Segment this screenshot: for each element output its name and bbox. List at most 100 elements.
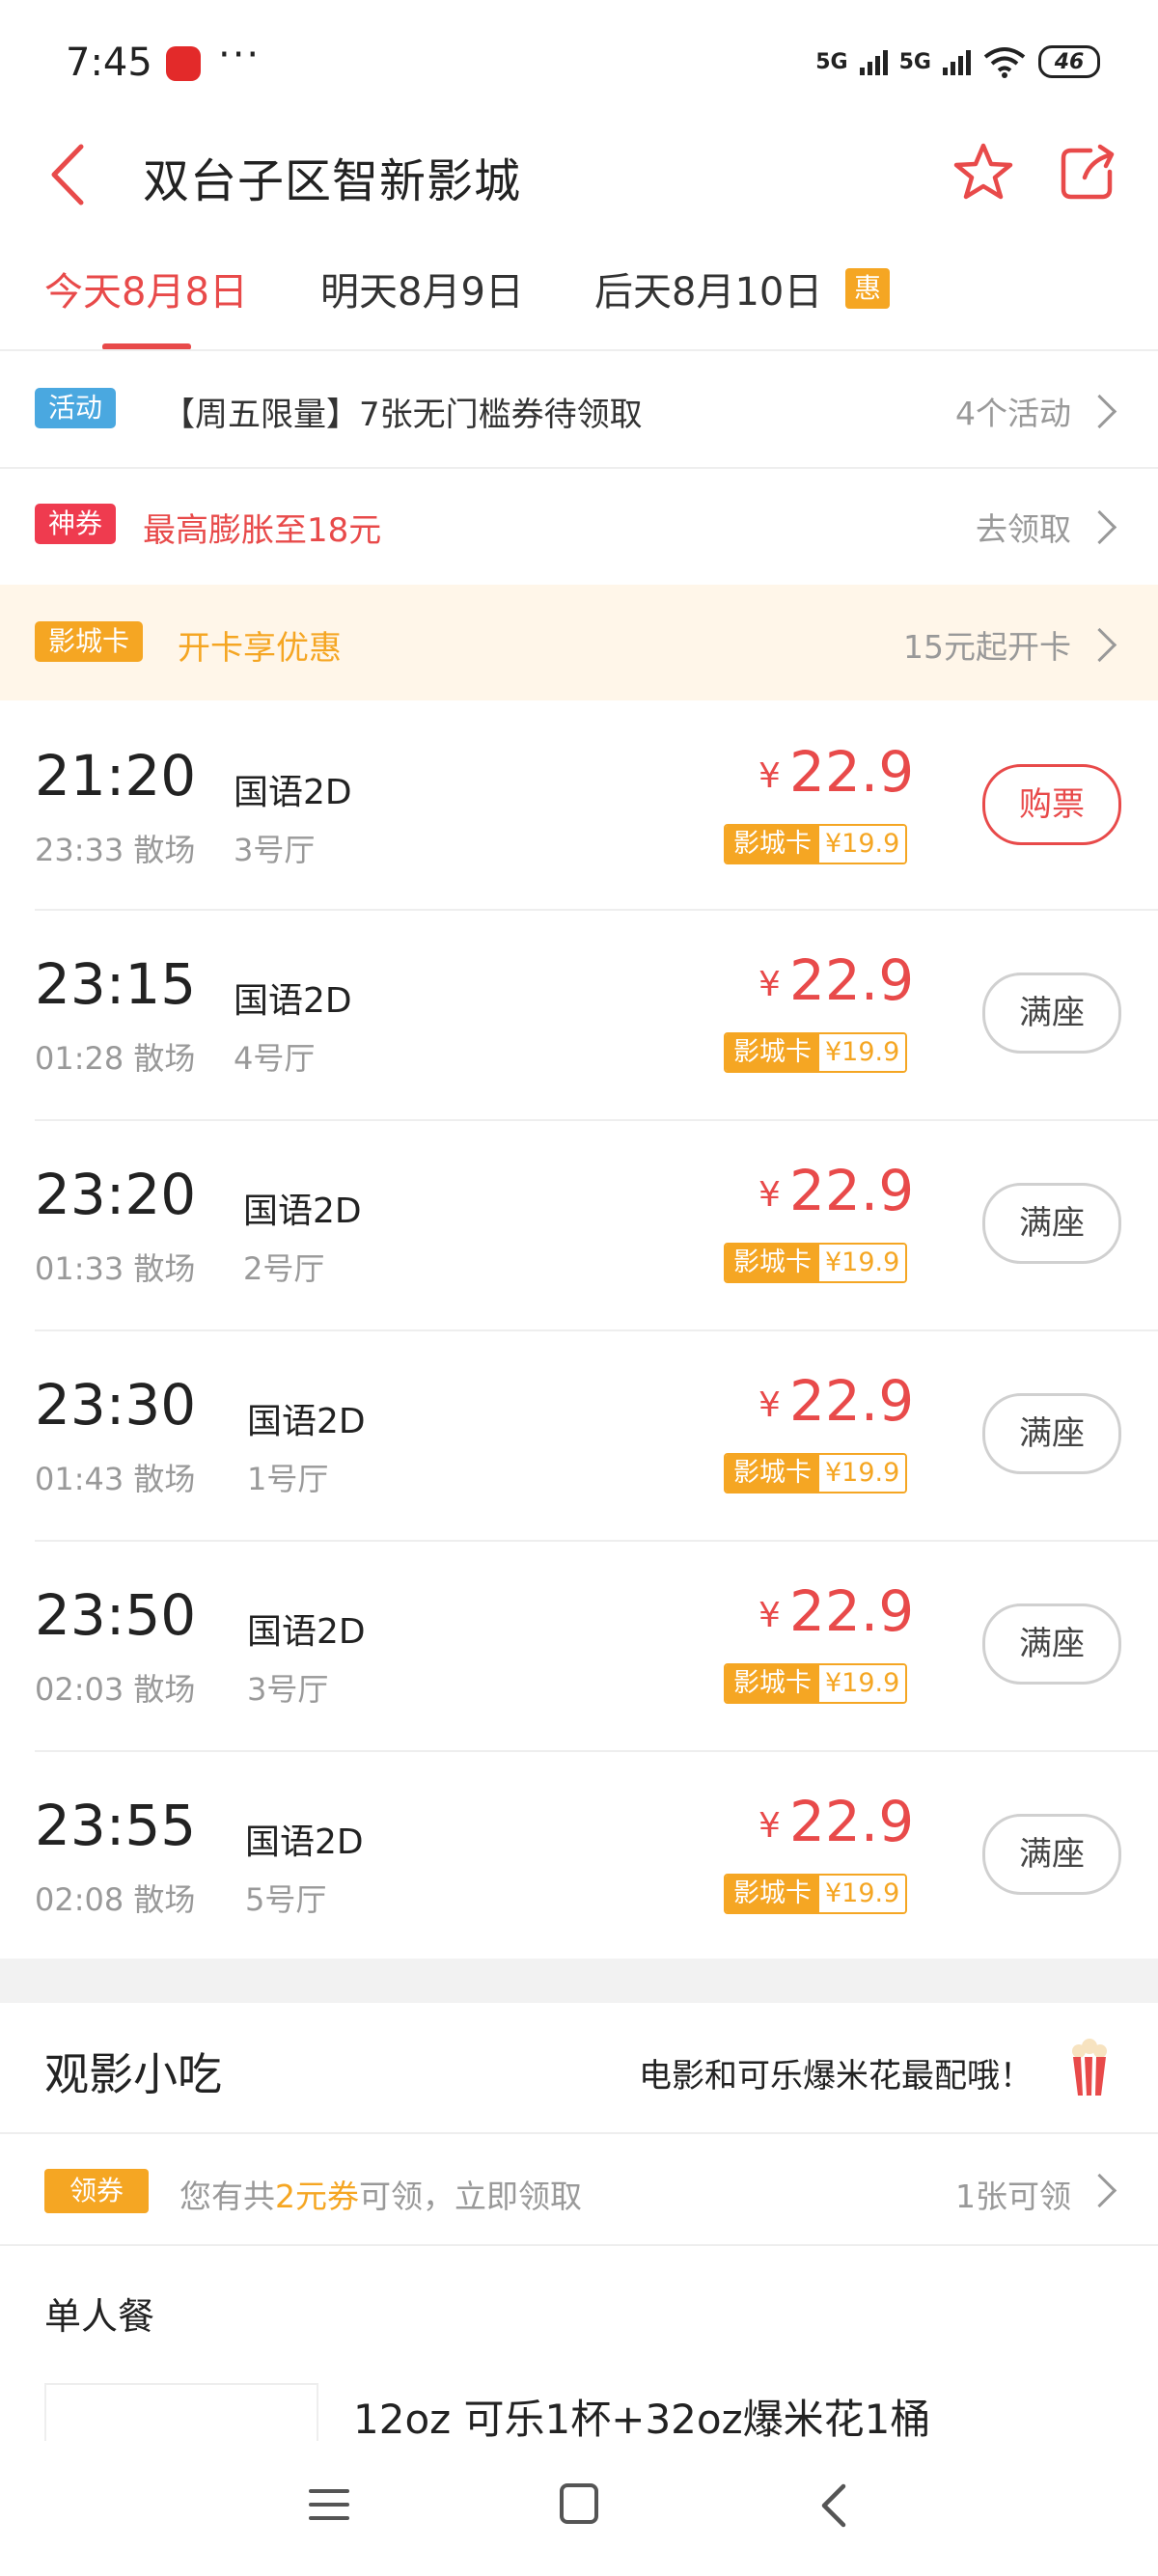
menu-icon[interactable] [307, 2485, 351, 2524]
section-gap [0, 1959, 1158, 2003]
card-price-badge: 影城卡 ¥19.9 [724, 1032, 908, 1073]
language-format: 国语2D [247, 1612, 366, 1652]
popcorn-icon [1072, 2039, 1107, 2096]
card-price: ¥19.9 [819, 1665, 906, 1702]
network-label-2: 5G [898, 49, 931, 74]
signal-icon-2 [943, 48, 971, 75]
showtime-row[interactable]: 23:15 01:28 散场 国语2D 4号厅 ¥ 22.9 影城卡 ¥19.9 … [0, 911, 1158, 1119]
signal-icon [859, 48, 888, 75]
tab-today[interactable]: 今天8月8日 [44, 260, 248, 316]
sold-out-button[interactable]: 满座 [982, 973, 1121, 1054]
cinema-card-price: 15元起开卡 [903, 628, 1071, 666]
showtime-row[interactable]: 23:20 01:33 散场 国语2D 2号厅 ¥ 22.9 影城卡 ¥19.9 … [0, 1121, 1158, 1329]
back-arrow-icon[interactable] [44, 141, 93, 208]
claim-coupon-badge: 领券 [44, 2169, 149, 2213]
showtime-row[interactable]: 23:50 02:03 散场 国语2D 3号厅 ¥ 22.9 影城卡 ¥19.9 … [0, 1542, 1158, 1750]
buy-ticket-button[interactable]: 购票 [982, 764, 1121, 845]
chevron-right-icon [1082, 627, 1117, 663]
activity-text: 【周五限量】7张无门槛券待领取 [162, 396, 643, 434]
start-time: 23:50 [35, 1582, 197, 1648]
wifi-icon [983, 47, 1026, 78]
status-time: 7:45 [66, 41, 152, 85]
language-format: 国语2D [245, 1822, 364, 1862]
tab-tomorrow[interactable]: 明天8月9日 [320, 260, 524, 316]
snack-section-title: 观影小吃 [44, 2048, 222, 2100]
end-time: 02:03 散场 [35, 1671, 196, 1708]
cinema-title: 双台子区智新影城 [143, 154, 522, 208]
discount-badge: 惠 [845, 268, 890, 309]
language-format: 国语2D [234, 773, 352, 812]
yen-sign: ¥ [758, 1596, 781, 1635]
chevron-right-icon [1082, 509, 1117, 545]
sold-out-button[interactable]: 满座 [982, 1393, 1121, 1474]
coupon-row[interactable]: 神券 最高膨胀至18元 去领取 [0, 469, 1158, 585]
yen-sign: ¥ [758, 756, 781, 796]
snack-coupon-text[interactable]: 您有共2元券可领，立即领取 [179, 2171, 582, 2217]
card-price: ¥19.9 [819, 1876, 906, 1912]
meal-name[interactable]: 12oz 可乐1杯+32oz爆米花1桶 [353, 2387, 930, 2446]
price: 22.9 [789, 1578, 915, 1644]
sold-out-button[interactable]: 满座 [982, 1814, 1121, 1895]
cinema-card-text: 开卡享优惠 [178, 629, 342, 668]
chevron-right-icon[interactable] [1082, 2173, 1117, 2208]
coupon-suffix: 可领，立即领取 [359, 2178, 582, 2215]
more-notifications-icon: ··· [218, 33, 262, 77]
sold-out-button[interactable]: 满座 [982, 1183, 1121, 1264]
single-meal-heading: 单人餐 [44, 2295, 155, 2338]
hall: 1号厅 [247, 1461, 329, 1497]
card-price: ¥19.9 [819, 1455, 906, 1492]
coupon-badge: 神券 [35, 504, 117, 544]
tab-day-after[interactable]: 后天8月10日 [594, 260, 822, 316]
showtime-row[interactable]: 23:30 01:43 散场 国语2D 1号厅 ¥ 22.9 影城卡 ¥19.9 … [0, 1331, 1158, 1540]
card-label: 影城卡 [726, 1665, 819, 1702]
start-time: 23:55 [35, 1793, 197, 1858]
divider [0, 2132, 1158, 2134]
snack-slogan: 电影和可乐爆米花最配哦！ [639, 2057, 1033, 2096]
coupon-text: 最高膨胀至18元 [143, 511, 382, 550]
hall: 3号厅 [234, 832, 316, 868]
price: 22.9 [789, 1368, 915, 1434]
nav-back-icon[interactable] [814, 2481, 853, 2530]
divider [0, 2244, 1158, 2246]
card-price-badge: 影城卡 ¥19.9 [724, 1243, 908, 1283]
showtime-row[interactable]: 23:55 02:08 散场 国语2D 5号厅 ¥ 22.9 影城卡 ¥19.9 … [0, 1752, 1158, 1960]
yen-sign: ¥ [758, 1175, 781, 1215]
coupon-available-count: 1张可领 [955, 2178, 1071, 2215]
price: 22.9 [789, 1789, 915, 1854]
activity-row[interactable]: 活动 【周五限量】7张无门槛券待领取 4个活动 [0, 351, 1158, 467]
price: 22.9 [789, 947, 915, 1013]
showtime-list: 21:20 23:33 散场 国语2D 3号厅 ¥ 22.9 影城卡 ¥19.9 … [0, 700, 1158, 1959]
yen-sign: ¥ [758, 1806, 781, 1846]
cinema-card-row[interactable]: 影城卡 开卡享优惠 15元起开卡 [0, 585, 1158, 700]
card-price-badge: 影城卡 ¥19.9 [724, 824, 908, 864]
hall: 4号厅 [234, 1040, 316, 1077]
card-label: 影城卡 [726, 1034, 819, 1071]
start-time: 23:30 [35, 1372, 197, 1438]
cinema-card-badge: 影城卡 [35, 621, 144, 662]
battery-icon: 46 [1038, 45, 1100, 78]
hall: 3号厅 [247, 1671, 329, 1708]
activity-count: 4个活动 [955, 395, 1071, 432]
hall: 5号厅 [245, 1881, 327, 1918]
language-format: 国语2D [247, 1402, 366, 1441]
showtime-row[interactable]: 21:20 23:33 散场 国语2D 3号厅 ¥ 22.9 影城卡 ¥19.9 … [0, 700, 1158, 909]
coupon-prefix: 您有共 [179, 2178, 275, 2215]
network-label-1: 5G [815, 49, 848, 74]
language-format: 国语2D [234, 981, 352, 1021]
home-icon[interactable] [560, 2483, 598, 2524]
end-time: 01:28 散场 [35, 1040, 196, 1077]
meal-thumbnail[interactable] [44, 2383, 318, 2443]
share-icon[interactable] [1058, 143, 1117, 203]
coupon-claim-link: 去领取 [976, 510, 1071, 548]
card-label: 影城卡 [726, 1876, 819, 1912]
end-time: 01:33 散场 [35, 1250, 196, 1287]
card-label: 影城卡 [726, 1455, 819, 1492]
status-bar: 7:45 ··· 5G 5G 46 [0, 0, 1158, 125]
activity-badge: 活动 [35, 388, 117, 428]
favorite-star-icon[interactable] [951, 141, 1015, 205]
card-price-badge: 影城卡 ¥19.9 [724, 1453, 908, 1494]
card-price-badge: 影城卡 ¥19.9 [724, 1874, 908, 1914]
start-time: 21:20 [35, 743, 197, 808]
sold-out-button[interactable]: 满座 [982, 1603, 1121, 1685]
hall: 2号厅 [243, 1250, 325, 1287]
